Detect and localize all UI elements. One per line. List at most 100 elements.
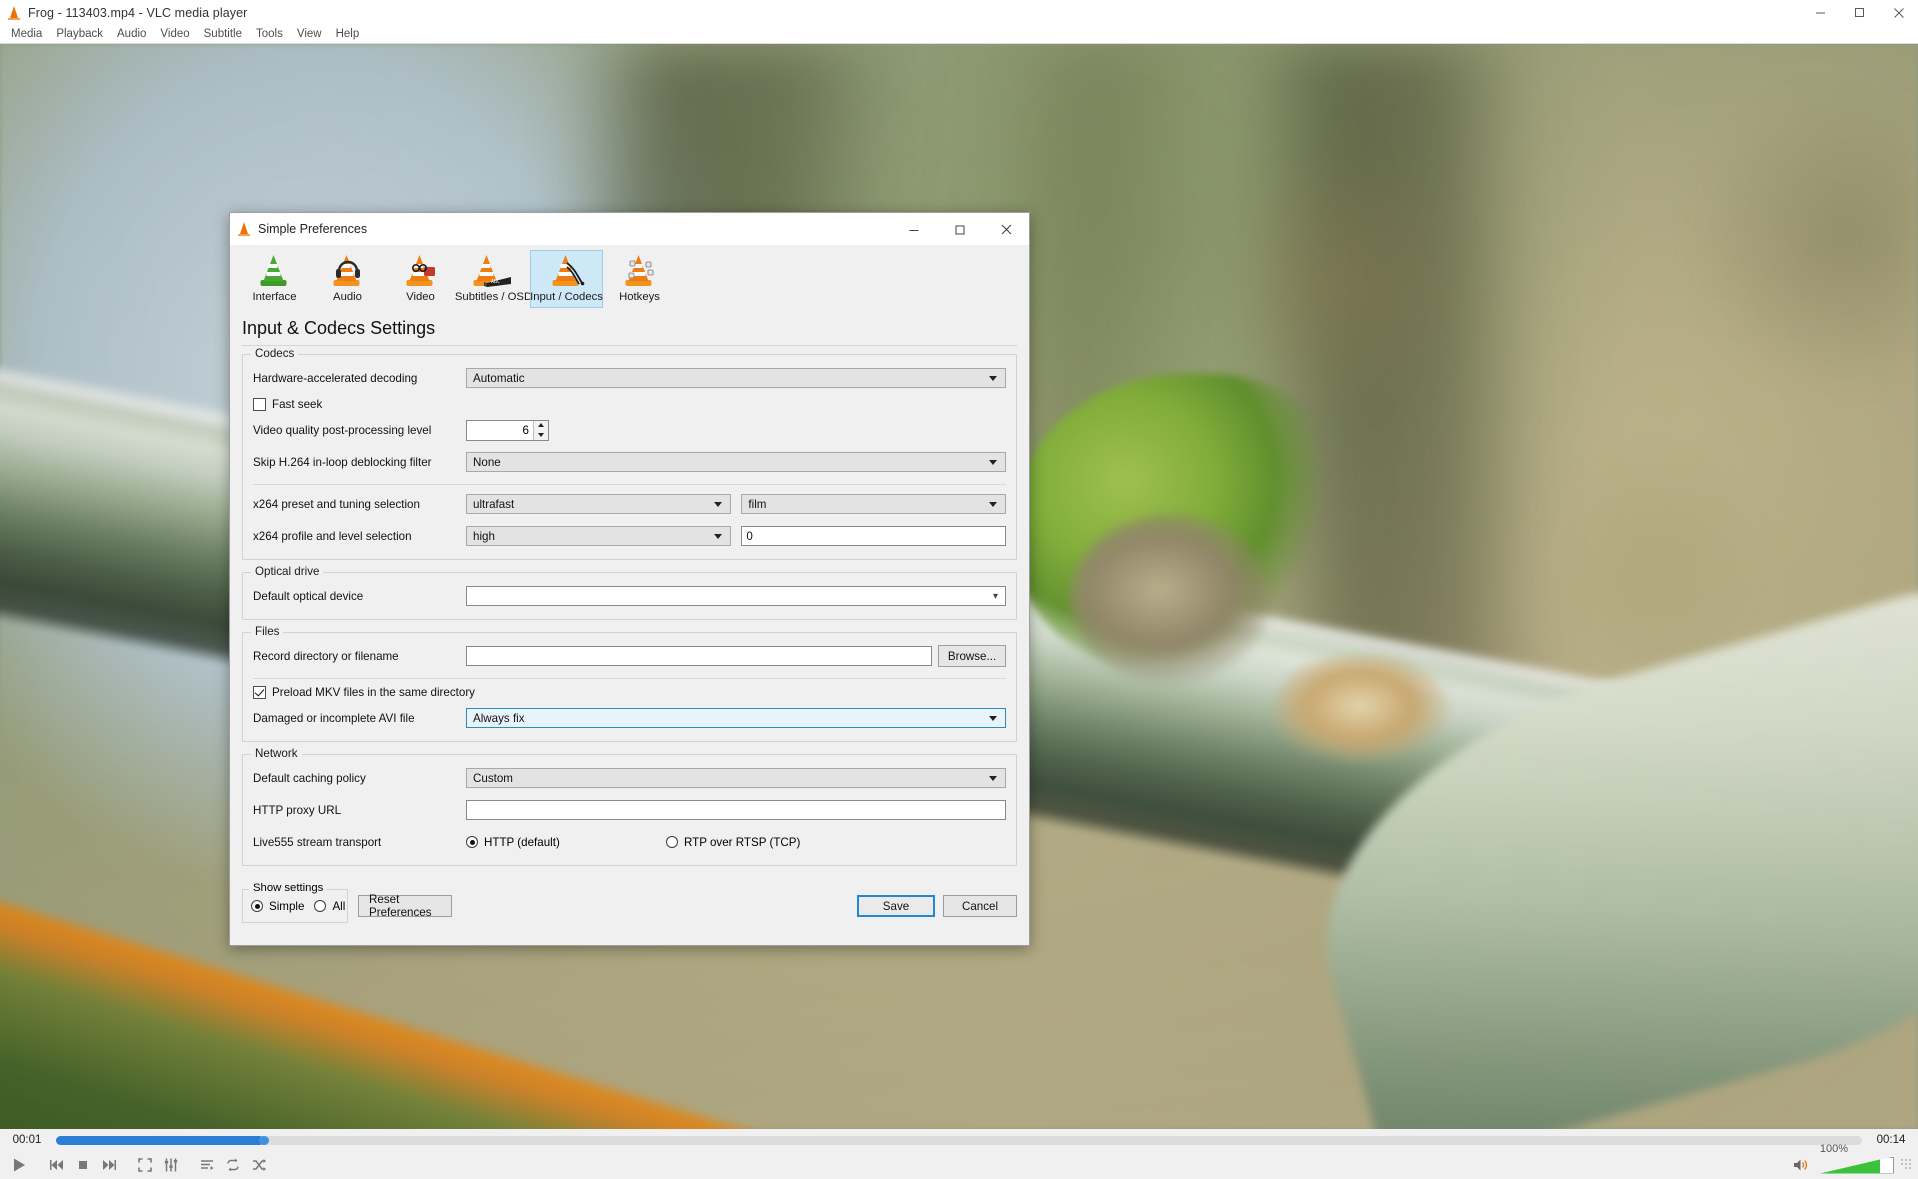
fullscreen-icon[interactable] (132, 1153, 158, 1177)
stop-button[interactable] (70, 1153, 96, 1177)
post-processing-label: Video quality post-processing level (253, 423, 432, 437)
default-optical-device-select[interactable]: ▾ (466, 586, 1006, 606)
dialog-maximize-icon[interactable] (937, 213, 983, 246)
shuffle-icon[interactable] (246, 1153, 272, 1177)
page-title: Input & Codecs Settings (242, 318, 436, 338)
chevron-down-icon (713, 501, 722, 507)
live555-rtsp-radio[interactable] (666, 836, 678, 848)
stepper-down-icon[interactable] (534, 430, 548, 440)
remaining-time[interactable]: 00:14 (1864, 1134, 1918, 1146)
row-record-directory: Record directory or filename Browse... (253, 643, 1006, 669)
minimize-icon[interactable] (1801, 0, 1840, 25)
http-proxy-input[interactable] (466, 800, 1006, 820)
group-files-legend: Files (251, 625, 284, 638)
play-button[interactable] (4, 1152, 34, 1178)
tab-subtitles-osd[interactable]: ABC Subtitles / OSD (455, 250, 532, 308)
deblocking-filter-select[interactable]: None (466, 452, 1006, 472)
show-settings-all-radio[interactable] (314, 900, 327, 912)
close-icon[interactable] (1879, 0, 1918, 25)
tab-interface[interactable]: Interface (238, 250, 311, 308)
x264-preset-select[interactable]: ultrafast (466, 494, 731, 514)
seek-handle[interactable] (258, 1135, 269, 1145)
tab-hotkeys[interactable]: Hotkeys (603, 250, 676, 308)
row-preload-mkv[interactable]: Preload MKV files in the same directory (253, 686, 1006, 699)
tab-audio[interactable]: Audio (311, 250, 384, 308)
menu-item-tools[interactable]: Tools (249, 26, 290, 42)
menu-item-subtitle[interactable]: Subtitle (197, 26, 249, 42)
dialog-title-bar[interactable]: Simple Preferences (230, 213, 1029, 246)
tab-input-codecs[interactable]: Input / Codecs (530, 250, 603, 308)
reset-preferences-button[interactable]: Reset Preferences (358, 893, 452, 919)
preload-mkv-checkbox[interactable] (253, 686, 266, 699)
dialog-footer: Show settings Simple All Reset Preferenc… (230, 882, 1029, 945)
next-button[interactable] (96, 1153, 122, 1177)
resize-grip[interactable] (1900, 1158, 1912, 1172)
x264-profile-select[interactable]: high (466, 526, 731, 546)
row-deblocking-filter: Skip H.264 in-loop deblocking filter Non… (253, 449, 1006, 475)
menu-item-video[interactable]: Video (153, 26, 196, 42)
menu-item-audio[interactable]: Audio (110, 26, 153, 42)
playlist-icon[interactable] (194, 1153, 220, 1177)
speaker-icon[interactable] (1788, 1153, 1814, 1177)
http-proxy-label: HTTP proxy URL (253, 803, 342, 817)
group-network: Network Default caching policy Custom HT… (242, 747, 1017, 866)
damaged-avi-label: Damaged or incomplete AVI file (253, 711, 415, 725)
vlc-main-window: Frog - 113403.mp4 - VLC media player Med… (0, 0, 1918, 1179)
maximize-icon[interactable] (1840, 0, 1879, 25)
elapsed-time: 00:01 (12, 1134, 42, 1146)
cancel-button[interactable]: Cancel (943, 895, 1017, 917)
fast-seek-label: Fast seek (272, 398, 323, 411)
live555-rtsp-label: RTP over RTSP (TCP) (684, 835, 801, 849)
stepper-buttons[interactable] (533, 420, 548, 440)
live555-http-label: HTTP (default) (484, 835, 560, 849)
row-fast-seek[interactable]: Fast seek (253, 398, 1006, 411)
row-live555-transport: Live555 stream transport HTTP (default) … (253, 829, 1006, 855)
live555-rtsp-radio-item[interactable]: RTP over RTSP (TCP) (666, 836, 800, 849)
menu-item-playback[interactable]: Playback (49, 26, 110, 42)
menu-item-help[interactable]: Help (329, 26, 367, 42)
window-title: Frog - 113403.mp4 - VLC media player (28, 5, 248, 20)
equalizer-icon[interactable] (158, 1153, 184, 1177)
hotkeys-icon (617, 253, 663, 289)
caching-policy-select[interactable]: Custom (466, 768, 1006, 788)
chevron-down-icon: ▾ (992, 590, 998, 602)
record-directory-input[interactable] (466, 646, 932, 666)
dialog-window-controls (891, 213, 1029, 246)
x264-level-input[interactable]: 0 (741, 526, 1006, 546)
loop-icon[interactable] (220, 1153, 246, 1177)
browse-button[interactable]: Browse... (938, 645, 1006, 667)
seek-slider[interactable] (56, 1135, 1862, 1145)
live555-http-radio-item[interactable]: HTTP (default) (466, 836, 666, 849)
interface-cone-icon (252, 253, 298, 289)
dialog-close-icon[interactable] (983, 213, 1029, 246)
stepper-up-icon[interactable] (534, 421, 548, 431)
menu-item-view[interactable]: View (290, 26, 329, 42)
damaged-avi-select[interactable]: Always fix (466, 708, 1006, 728)
menu-item-media[interactable]: Media (4, 26, 49, 42)
x264-tuning-select[interactable]: film (741, 494, 1006, 514)
show-settings-simple-radio[interactable] (251, 900, 263, 912)
previous-button[interactable] (44, 1153, 70, 1177)
volume-percent-label: 100% (1819, 1143, 1848, 1155)
show-settings-simple-item[interactable]: Simple (251, 900, 304, 913)
dialog-minimize-icon[interactable] (891, 213, 937, 246)
transport-buttons-row: 100% (0, 1143, 1918, 1179)
group-codecs: Codecs Hardware-accelerated decoding Aut… (242, 347, 1017, 560)
seek-progress-fill (56, 1135, 264, 1145)
chevron-down-icon (989, 715, 997, 721)
show-settings-simple-label: Simple (269, 899, 305, 913)
save-button[interactable]: Save (857, 895, 935, 917)
volume-slider[interactable] (1820, 1156, 1894, 1174)
group-codecs-legend: Codecs (251, 347, 299, 360)
tab-interface-label: Interface (252, 291, 297, 303)
tab-video[interactable]: Video (384, 250, 457, 308)
row-hardware-decoding: Hardware-accelerated decoding Automatic (253, 365, 1006, 391)
chevron-down-icon (713, 533, 722, 539)
fast-seek-checkbox[interactable] (253, 398, 266, 411)
row-damaged-avi: Damaged or incomplete AVI file Always fi… (253, 705, 1006, 731)
chevron-down-icon (989, 459, 997, 465)
post-processing-stepper[interactable]: 6 (466, 419, 549, 441)
live555-http-radio[interactable] (466, 836, 478, 848)
show-settings-all-item[interactable]: All (314, 900, 345, 913)
hardware-decoding-select[interactable]: Automatic (466, 368, 1006, 388)
